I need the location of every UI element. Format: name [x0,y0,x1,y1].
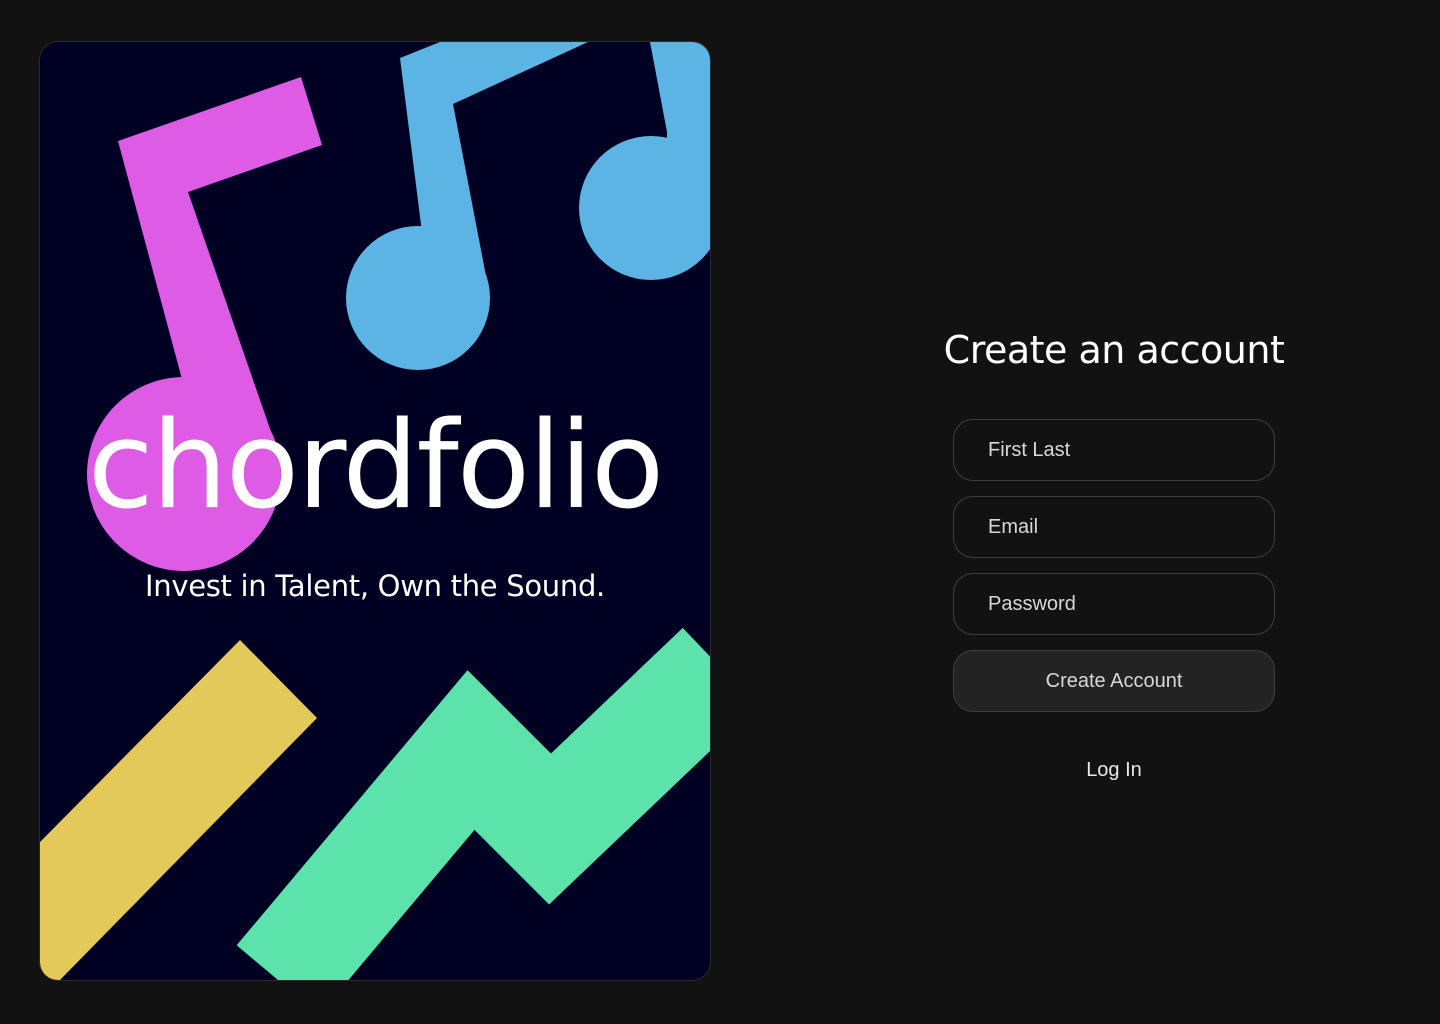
form-fields: Create Account Log In [953,419,1275,784]
brand-tagline: Invest in Talent, Own the Sound. [145,569,605,603]
login-link[interactable]: Log In [953,756,1275,784]
email-field[interactable] [953,496,1275,558]
signup-form: Create an account Create Account Log In [940,320,1288,784]
brand-logo: chordfolio [87,397,665,536]
blue-music-note-icon [579,42,710,280]
brand-card: chordfolio Invest in Talent, Own the Sou… [40,42,710,980]
signup-page: chordfolio Invest in Talent, Own the Sou… [0,0,1440,1024]
password-field[interactable] [953,573,1275,635]
blue-music-note-icon [346,42,588,370]
green-trend-line-shape [236,627,710,980]
create-account-button[interactable]: Create Account [953,650,1275,712]
page-title: Create an account [943,328,1285,372]
name-field[interactable] [953,419,1275,481]
